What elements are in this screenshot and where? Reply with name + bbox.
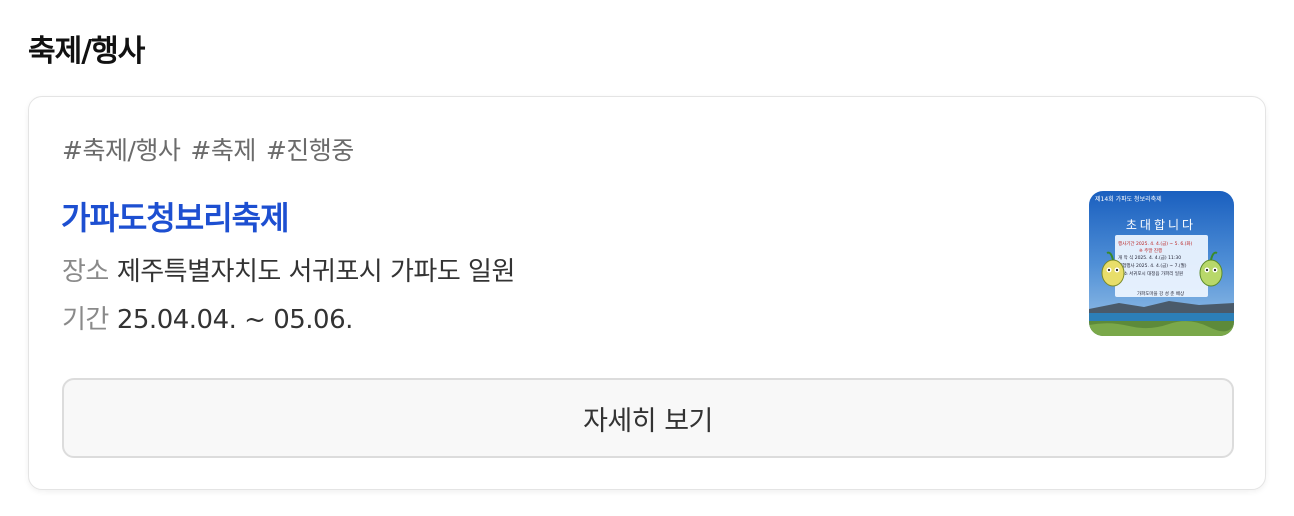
period-row: 기간 25.04.04. ~ 05.06.: [62, 299, 353, 336]
tag-item[interactable]: #축제/행사: [62, 131, 181, 167]
poster-image: 제14회 가파도 청보리축제 초대합니다 행사기간 2025. 4. 4.(금)…: [1089, 191, 1234, 336]
poster-sign: 가파도마을 강 성 춘 배상: [1137, 290, 1184, 297]
event-poster-thumbnail[interactable]: 제14회 가파도 청보리축제 초대합니다 행사기간 2025. 4. 4.(금)…: [1089, 191, 1234, 336]
place-label: 장소: [62, 257, 109, 287]
place-value: 제주특별자치도 서귀포시 가파도 일원: [116, 257, 516, 287]
poster-invite: 초대합니다: [1126, 218, 1196, 232]
poster-line: 개 막 식 2025. 4. 4.(금) 11:30: [1118, 254, 1181, 261]
tag-list: #축제/행사 #축제 #진행중: [62, 131, 354, 167]
event-card[interactable]: #축제/행사 #축제 #진행중 가파도청보리축제 장소 제주특별자치도 서귀포시 …: [28, 96, 1266, 490]
tag-item[interactable]: #진행중: [266, 131, 354, 167]
poster-line: 행사기간 2025. 4. 4.(금) ~ 5. 6.(화): [1118, 240, 1193, 247]
poster-line: ※ 주말 진행: [1139, 247, 1162, 254]
poster-line: 장 소 서귀포시 대정읍 가파리 일원: [1118, 270, 1183, 277]
place-row: 장소 제주특별자치도 서귀포시 가파도 일원: [62, 251, 515, 288]
period-label: 기간: [62, 305, 109, 335]
poster-line: 체험행사 2025. 4. 4.(금) ~ 7.(월): [1118, 262, 1187, 269]
event-title[interactable]: 가파도청보리축제: [61, 193, 290, 239]
detail-button[interactable]: 자세히 보기: [62, 378, 1234, 458]
tag-item[interactable]: #축제: [190, 131, 256, 167]
poster-header: 제14회 가파도 청보리축제: [1095, 195, 1162, 203]
period-value: 25.04.04. ~ 05.06.: [116, 305, 354, 335]
section-title: 축제/행사: [28, 34, 145, 69]
